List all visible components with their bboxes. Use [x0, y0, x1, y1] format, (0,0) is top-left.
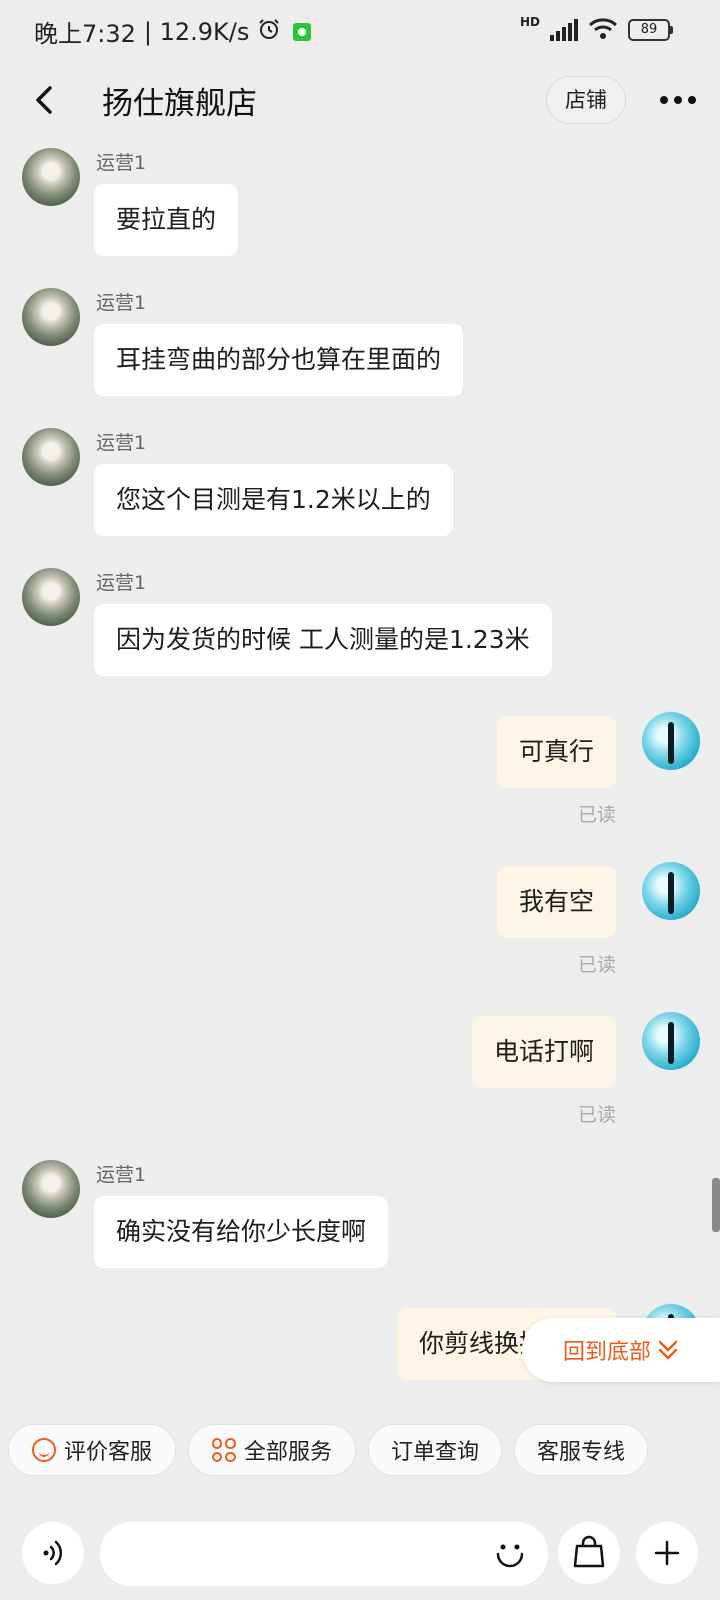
- agent-avatar[interactable]: [22, 148, 80, 206]
- message-bubble-received[interactable]: 耳挂弯曲的部分也算在里面的: [94, 324, 464, 396]
- input-bar: [0, 1490, 720, 1600]
- sender-name: 运营1: [96, 432, 147, 454]
- sender-name: 运营1: [96, 1164, 147, 1186]
- sender-name: 运营1: [96, 152, 147, 174]
- scrollbar-thumb[interactable]: [712, 1178, 720, 1232]
- agent-avatar[interactable]: [22, 568, 80, 626]
- agent-avatar[interactable]: [22, 288, 80, 346]
- rate-service-chip[interactable]: 评价客服: [8, 1424, 176, 1476]
- double-chevron-down-icon: [658, 1340, 678, 1360]
- user-avatar[interactable]: [642, 712, 700, 770]
- chat-header: 扬仕旗舰店 店铺: [0, 62, 720, 138]
- agent-avatar[interactable]: [22, 428, 80, 486]
- sender-name: 运营1: [96, 572, 147, 594]
- user-avatar[interactable]: [642, 862, 700, 920]
- back-button[interactable]: [28, 82, 64, 118]
- agent-avatar[interactable]: [22, 1160, 80, 1218]
- status-time: 晚上7:32: [34, 20, 136, 48]
- chevron-left-icon: [36, 86, 52, 114]
- message-bubble-sent[interactable]: 我有空: [496, 866, 616, 938]
- hd-label: HD: [519, 15, 540, 29]
- message-list[interactable]: 运营1 要拉直的 运营1 耳挂弯曲的部分也算在里面的 运营1 您这个目测是有1.…: [0, 138, 720, 1410]
- smile-icon: [31, 1438, 56, 1462]
- message-bubble-received[interactable]: 您这个目测是有1.2米以上的: [94, 464, 453, 536]
- scroll-to-bottom-label: 回到底部: [562, 1340, 651, 1365]
- wifi-icon: [588, 16, 618, 44]
- status-right: HD 89: [519, 15, 673, 44]
- status-bar: 晚上7:32 | 12.9K/s HD 89: [0, 0, 720, 62]
- grid-icon: [211, 1438, 236, 1462]
- emoji-icon: [496, 1544, 524, 1568]
- order-query-chip[interactable]: 订单查询: [368, 1424, 502, 1476]
- battery-icon: 89: [628, 19, 673, 41]
- product-button[interactable]: [558, 1522, 620, 1584]
- chip-label: 全部服务: [243, 1440, 332, 1465]
- more-menu-icon[interactable]: [660, 96, 696, 104]
- emoji-button[interactable]: [492, 1534, 528, 1570]
- message-input[interactable]: [100, 1522, 548, 1586]
- message-bubble-sent[interactable]: 可真行: [496, 716, 616, 788]
- alarm-icon: [257, 17, 281, 47]
- shop-button[interactable]: 店铺: [546, 76, 626, 124]
- plus-icon: [654, 1540, 680, 1566]
- status-left: 晚上7:32 | 12.9K/s: [34, 14, 312, 49]
- voice-icon: [43, 1540, 63, 1566]
- message-bubble-received[interactable]: 要拉直的: [94, 184, 239, 256]
- more-options-button[interactable]: [636, 1522, 698, 1584]
- chip-label: 评价客服: [63, 1440, 152, 1465]
- user-avatar[interactable]: [642, 1012, 700, 1070]
- quick-actions-bar: 评价客服 全部服务 订单查询 客服专线: [0, 1410, 720, 1490]
- signal-icon: [550, 19, 578, 41]
- shopping-bag-icon: [573, 1535, 605, 1568]
- sender-name: 运营1: [96, 292, 147, 314]
- scroll-to-bottom-button[interactable]: 回到底部: [522, 1318, 720, 1382]
- page-title: 扬仕旗舰店: [102, 86, 257, 122]
- chip-label: 客服专线: [536, 1440, 625, 1465]
- read-status: 已读: [577, 804, 616, 826]
- service-hotline-chip[interactable]: 客服专线: [514, 1424, 648, 1476]
- all-services-chip[interactable]: 全部服务: [188, 1424, 356, 1476]
- message-bubble-received[interactable]: 确实没有给你少长度啊: [94, 1196, 389, 1268]
- read-status: 已读: [577, 1104, 616, 1126]
- message-bubble-received[interactable]: 因为发货的时候 工人测量的是1.23米: [94, 604, 552, 676]
- voice-input-button[interactable]: [22, 1522, 84, 1584]
- read-status: 已读: [577, 954, 616, 976]
- message-bubble-sent[interactable]: 电话打啊: [471, 1016, 616, 1088]
- chip-label: 订单查询: [390, 1440, 479, 1465]
- network-speed: | 12.9K/s: [143, 17, 250, 46]
- app-notification-icon: [293, 22, 312, 41]
